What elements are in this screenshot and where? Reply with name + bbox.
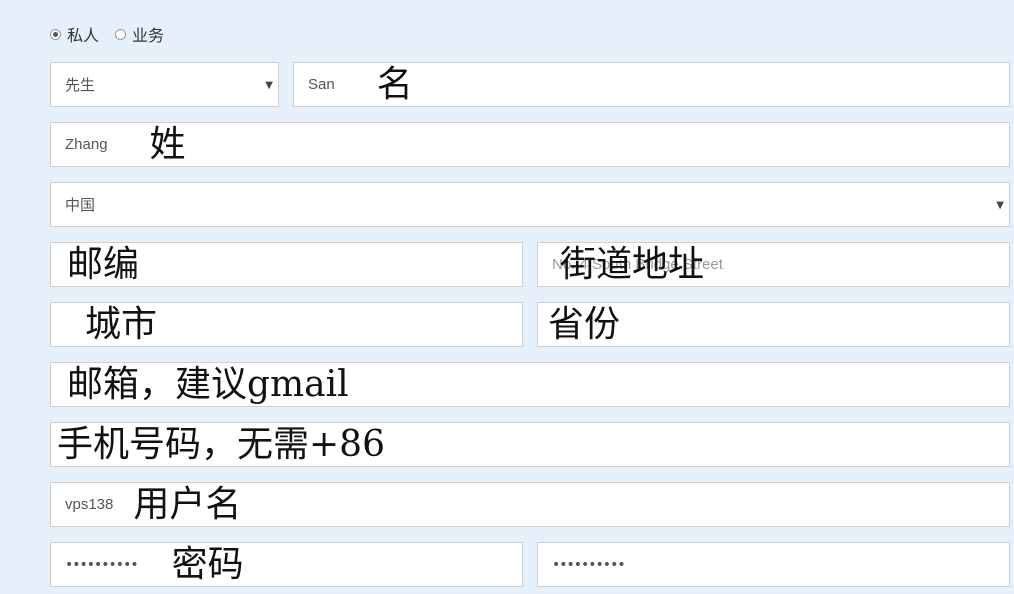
password-confirm-input[interactable]: •••••••••• — [537, 542, 1010, 587]
radio-personal-label: 私人 — [67, 26, 100, 45]
email-input[interactable]: 邮箱，建议gmail — [50, 362, 1010, 407]
password-annotation: 密码 — [171, 543, 244, 585]
postcode-annotation: 邮编 — [67, 243, 140, 285]
salutation-value: 先生 — [65, 77, 96, 94]
first-name-value: San — [308, 76, 335, 93]
first-name-input[interactable]: San 名 — [293, 62, 1010, 107]
postcode-input[interactable]: 邮编 — [50, 242, 523, 287]
password-value: •••••••••• — [65, 556, 139, 573]
last-name-annotation: 姓 — [149, 123, 186, 165]
radio-business-dot[interactable] — [115, 28, 127, 40]
salutation-select[interactable]: 先生 ▼ — [50, 62, 279, 107]
city-input[interactable]: 城市 — [50, 302, 523, 347]
province-input[interactable]: 省份 — [537, 302, 1010, 347]
email-annotation: 邮箱，建议gmail — [67, 363, 349, 405]
chevron-down-icon: ▼ — [265, 80, 273, 91]
country-select[interactable]: 中国 ▼ — [50, 182, 1010, 227]
street-input[interactable]: No. 4 South Bridge Street 街道地址 — [537, 242, 1010, 287]
city-annotation: 城市 — [85, 303, 158, 345]
chevron-down-icon: ▼ — [996, 200, 1004, 211]
last-name-value: Zhang — [65, 136, 108, 153]
radio-business[interactable]: 业务 — [115, 22, 164, 46]
country-value: 中国 — [65, 197, 96, 214]
username-input[interactable]: vps138 用户名 — [50, 482, 1010, 527]
account-type-radio-group: 私人 业务 — [50, 22, 180, 46]
username-annotation: 用户名 — [133, 483, 242, 525]
radio-personal-dot[interactable] — [50, 28, 61, 40]
province-annotation: 省份 — [548, 303, 621, 345]
password-confirm-value: •••••••••• — [552, 556, 626, 573]
street-annotation: 街道地址 — [560, 243, 705, 285]
last-name-input[interactable]: Zhang 姓 — [50, 122, 1010, 167]
username-value: vps138 — [65, 496, 114, 513]
phone-annotation: 手机号码，无需+86 — [57, 423, 385, 465]
first-name-annotation: 名 — [376, 63, 413, 105]
phone-input[interactable]: 手机号码，无需+86 — [50, 422, 1010, 467]
radio-personal[interactable]: 私人 — [50, 22, 99, 46]
password-input[interactable]: •••••••••• 密码 — [50, 542, 523, 587]
radio-business-label: 业务 — [132, 26, 165, 45]
